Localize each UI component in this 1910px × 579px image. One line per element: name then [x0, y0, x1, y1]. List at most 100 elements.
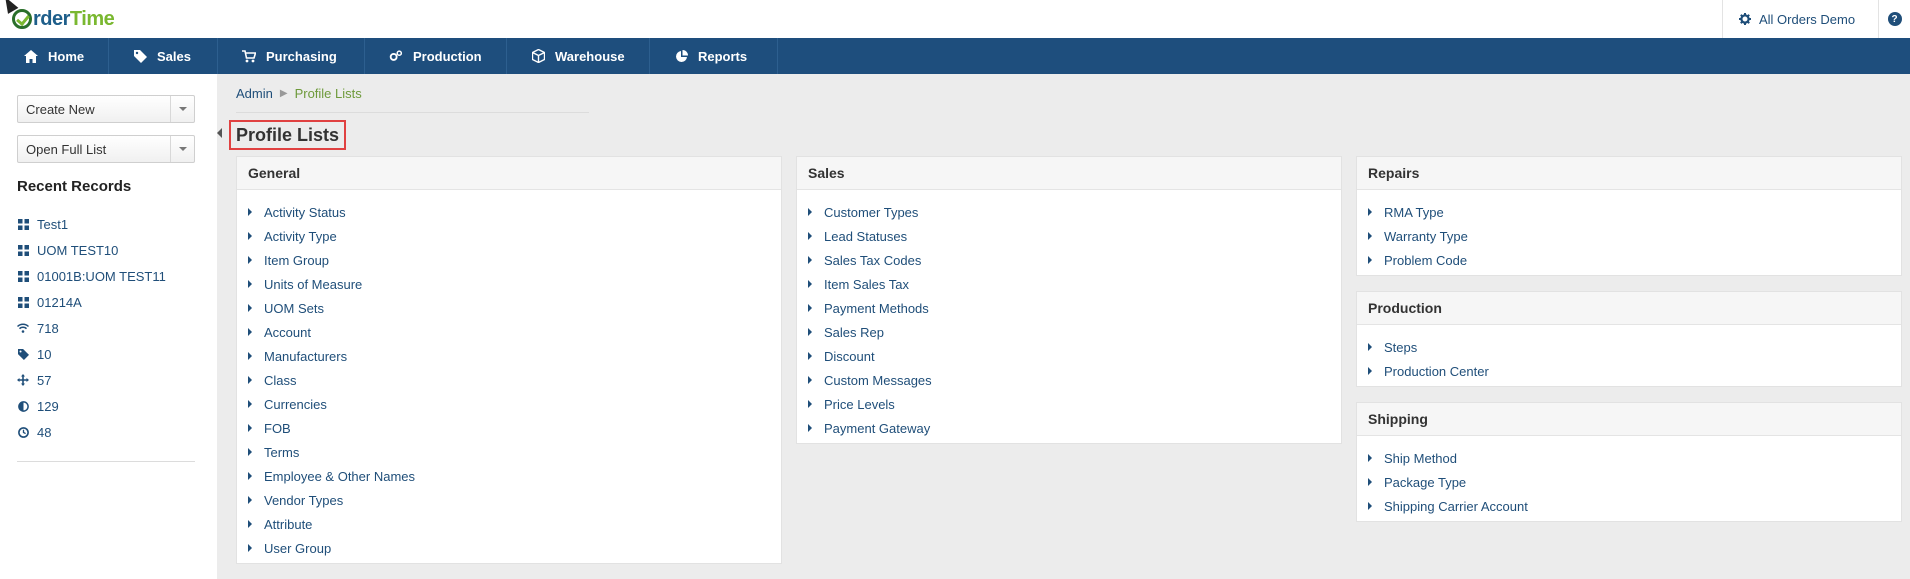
recent-record-item[interactable]: UOM TEST10 — [17, 237, 195, 263]
panel-repairs-title: Repairs — [1357, 157, 1901, 190]
profile-list-link[interactable]: Units of Measure — [237, 272, 781, 296]
caret-right-icon — [248, 280, 252, 288]
profile-list-link[interactable]: Price Levels — [797, 392, 1341, 416]
nav-warehouse[interactable]: Warehouse — [507, 38, 650, 74]
profile-list-link[interactable]: Package Type — [1357, 470, 1901, 494]
recent-record-item[interactable]: Test1 — [17, 211, 195, 237]
profile-list-label: Warranty Type — [1384, 228, 1468, 244]
profile-list-link[interactable]: Warranty Type — [1357, 224, 1901, 248]
profile-list-link[interactable]: Attribute — [237, 512, 781, 536]
nav-reports[interactable]: Reports — [650, 38, 778, 74]
recent-record-item[interactable]: 01214A — [17, 289, 195, 315]
gear-icon — [1739, 13, 1751, 25]
profile-list-label: Activity Status — [264, 204, 346, 220]
caret-right-icon — [808, 208, 812, 216]
sidebar: Create New Open Full List Recent Records… — [0, 74, 217, 579]
profile-list-link[interactable]: Activity Type — [237, 224, 781, 248]
help-button[interactable]: ? — [1878, 0, 1910, 38]
profile-list-link[interactable]: Steps — [1357, 335, 1901, 359]
recent-record-label: Test1 — [37, 216, 69, 232]
profile-list-link[interactable]: Customer Types — [797, 200, 1341, 224]
recent-records-list: Test1 UOM TEST10 01001B:UOM TEST11 01214… — [17, 211, 195, 445]
company-selector[interactable]: All Orders Demo — [1722, 0, 1869, 38]
recent-record-item[interactable]: 48 — [17, 419, 195, 445]
clock-icon — [17, 426, 29, 438]
profile-list-label: Units of Measure — [264, 276, 363, 292]
profile-list-label: Lead Statuses — [824, 228, 908, 244]
profile-list-label: RMA Type — [1384, 204, 1444, 220]
page-title: Profile Lists — [229, 120, 347, 150]
profile-list-link[interactable]: Manufacturers — [237, 344, 781, 368]
profile-list-link[interactable]: Lead Statuses — [797, 224, 1341, 248]
collapse-sidebar-icon[interactable] — [217, 128, 222, 138]
profile-list-link[interactable]: UOM Sets — [237, 296, 781, 320]
chevron-down-icon[interactable] — [170, 96, 194, 122]
grid-icon — [17, 270, 29, 282]
profile-list-link[interactable]: Ship Method — [1357, 446, 1901, 470]
profile-list-label: Terms — [264, 444, 300, 460]
profile-list-link[interactable]: RMA Type — [1357, 200, 1901, 224]
profile-list-label: Account — [264, 324, 311, 340]
create-new-dropdown[interactable]: Create New — [17, 95, 195, 123]
profile-list-label: Manufacturers — [264, 348, 348, 364]
profile-list-link[interactable]: Class — [237, 368, 781, 392]
profile-list-link[interactable]: Account — [237, 320, 781, 344]
nav-purchasing[interactable]: Purchasing — [218, 38, 365, 74]
logo-text-time: Time — [69, 7, 115, 30]
profile-list-label: Shipping Carrier Account — [1384, 498, 1528, 514]
profile-list-link[interactable]: Item Group — [237, 248, 781, 272]
recent-record-label: 48 — [37, 424, 52, 440]
profile-list-link[interactable]: Sales Rep — [797, 320, 1341, 344]
nav-home[interactable]: Home — [0, 38, 109, 74]
profile-list-link[interactable]: Vendor Types — [237, 488, 781, 512]
profile-list-link[interactable]: Currencies — [237, 392, 781, 416]
profile-list-link[interactable]: Discount — [797, 344, 1341, 368]
nav-sales[interactable]: Sales — [109, 38, 218, 74]
open-full-list-label: Open Full List — [26, 141, 107, 157]
wifi-icon — [17, 322, 29, 334]
recent-record-item[interactable]: 57 — [17, 367, 195, 393]
profile-list-label: Production Center — [1384, 363, 1489, 379]
profile-list-link[interactable]: Shipping Carrier Account — [1357, 494, 1901, 518]
caret-right-icon — [808, 352, 812, 360]
caret-right-icon — [1368, 502, 1372, 510]
recent-record-item[interactable]: 718 — [17, 315, 195, 341]
recent-record-item[interactable]: 10 — [17, 341, 195, 367]
profile-list-link[interactable]: Problem Code — [1357, 248, 1901, 272]
caret-right-icon — [808, 304, 812, 312]
open-full-list-dropdown[interactable]: Open Full List — [17, 135, 195, 163]
caret-right-icon — [248, 424, 252, 432]
logo-check-icon — [12, 9, 32, 29]
profile-list-link[interactable]: Activity Status — [237, 200, 781, 224]
profile-list-link[interactable]: Production Center — [1357, 359, 1901, 383]
nav-production[interactable]: Production — [365, 38, 507, 74]
tag-icon — [17, 348, 29, 360]
profile-list-link[interactable]: User Group — [237, 536, 781, 560]
caret-right-icon — [248, 472, 252, 480]
profile-list-link[interactable]: Item Sales Tax — [797, 272, 1341, 296]
recent-record-item[interactable]: 129 — [17, 393, 195, 419]
profile-list-link[interactable]: Terms — [237, 440, 781, 464]
caret-right-icon — [248, 448, 252, 456]
ordertime-logo[interactable]: rder Time — [12, 7, 115, 31]
profile-list-link[interactable]: Employee & Other Names — [237, 464, 781, 488]
profile-list-link[interactable]: FOB — [237, 416, 781, 440]
profile-list-link[interactable]: Payment Methods — [797, 296, 1341, 320]
tag-icon — [133, 49, 147, 63]
caret-right-icon — [808, 424, 812, 432]
caret-right-icon — [808, 256, 812, 264]
caret-right-icon — [1368, 208, 1372, 216]
profile-list-link[interactable]: Sales Tax Codes — [797, 248, 1341, 272]
panel-repairs: Repairs RMA Type Warranty Type Problem C… — [1356, 156, 1902, 276]
profile-list-label: Customer Types — [824, 204, 919, 220]
recent-record-item[interactable]: 01001B:UOM TEST11 — [17, 263, 195, 289]
caret-right-icon — [248, 328, 252, 336]
profile-list-link[interactable]: Custom Messages — [797, 368, 1341, 392]
profile-list-link[interactable]: Payment Gateway — [797, 416, 1341, 440]
chevron-down-icon[interactable] — [170, 136, 194, 162]
breadcrumb-admin[interactable]: Admin — [236, 86, 273, 101]
profile-list-label: Vendor Types — [264, 492, 344, 508]
breadcrumb-current: Profile Lists — [294, 86, 362, 101]
caret-right-icon — [808, 400, 812, 408]
help-icon: ? — [1887, 12, 1902, 26]
